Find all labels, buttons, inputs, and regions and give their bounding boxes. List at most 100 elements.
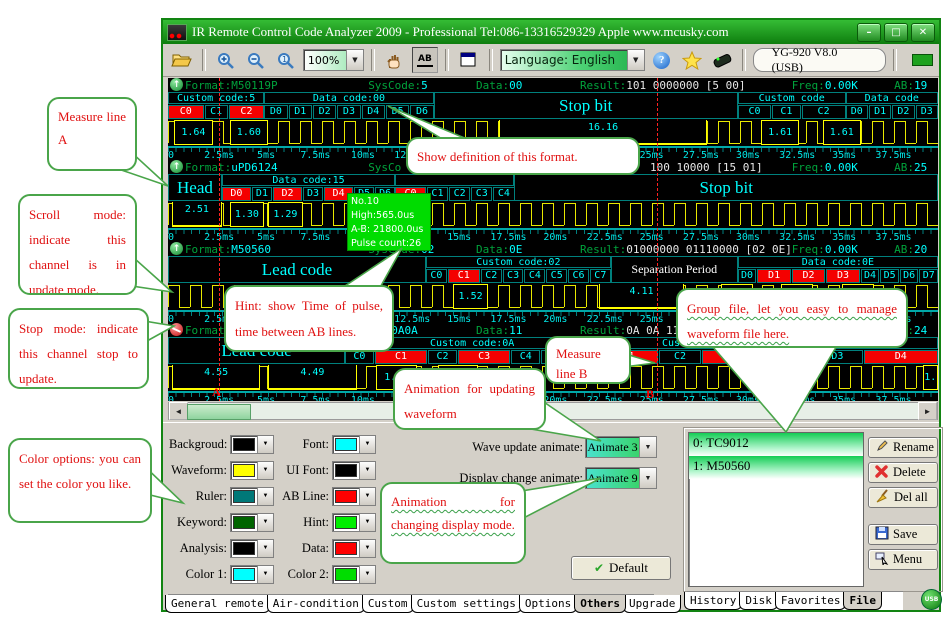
- chevron-down-icon[interactable]: [359, 566, 375, 583]
- rename-button[interactable]: Rename: [868, 437, 938, 458]
- chevron-down-icon[interactable]: [359, 488, 375, 505]
- bit-cell[interactable]: C5: [546, 269, 567, 283]
- horizontal-scrollbar[interactable]: [168, 402, 938, 420]
- language-combo[interactable]: Language: English: [500, 49, 645, 71]
- tab-others[interactable]: Others: [574, 595, 626, 613]
- bit-cell[interactable]: C2: [481, 269, 502, 283]
- color-combo[interactable]: [230, 435, 274, 454]
- color-combo[interactable]: [332, 461, 376, 480]
- bit-cell[interactable]: C2: [659, 350, 701, 364]
- bit-cell[interactable]: C2: [428, 350, 457, 364]
- color-combo[interactable]: [332, 487, 376, 506]
- bit-cell[interactable]: C4: [524, 269, 545, 283]
- bit-cell[interactable]: D3: [337, 105, 360, 119]
- scroll-mode-icon[interactable]: [170, 160, 183, 173]
- bit-cell[interactable]: D2: [892, 105, 914, 119]
- bit-cell[interactable]: C7: [590, 269, 611, 283]
- bit-cell[interactable]: D0: [738, 269, 757, 283]
- bit-cell[interactable]: C2: [229, 105, 265, 119]
- color-combo[interactable]: [332, 513, 376, 532]
- bit-cell[interactable]: D0: [264, 105, 287, 119]
- bit-cell[interactable]: D3: [916, 105, 938, 119]
- bit-cell[interactable]: D1: [869, 105, 891, 119]
- color-combo[interactable]: [230, 487, 274, 506]
- bit-cell[interactable]: C1: [205, 105, 228, 119]
- color-combo[interactable]: [230, 539, 274, 558]
- bit-cell[interactable]: D0: [222, 187, 251, 201]
- favorites-button[interactable]: [679, 47, 705, 73]
- bit-cell[interactable]: D2: [792, 269, 825, 283]
- chevron-down-icon[interactable]: [639, 468, 656, 488]
- chevron-down-icon[interactable]: [359, 436, 375, 453]
- scroll-left-arrow-icon[interactable]: [169, 402, 188, 420]
- help-button[interactable]: [649, 47, 675, 73]
- bit-cell[interactable]: D2: [761, 350, 811, 364]
- bit-cell[interactable]: C2: [449, 187, 470, 201]
- bit-cell[interactable]: C3: [471, 187, 492, 201]
- animate-combo[interactable]: Animate 9: [585, 467, 657, 489]
- bit-cell[interactable]: D5: [880, 269, 899, 283]
- bit-cell[interactable]: D4: [861, 269, 880, 283]
- bit-cell[interactable]: D4: [864, 350, 938, 364]
- color-combo[interactable]: [332, 539, 376, 558]
- bit-cell[interactable]: C6: [568, 269, 589, 283]
- bit-cell[interactable]: C0: [168, 105, 204, 119]
- measure-line-b[interactable]: [657, 78, 658, 401]
- scrollbar-thumb[interactable]: [187, 404, 251, 420]
- display-mode-button[interactable]: [456, 47, 482, 73]
- minimize-button[interactable]: –: [857, 23, 881, 42]
- tab-history[interactable]: History: [684, 592, 742, 610]
- bit-cell[interactable]: D7: [919, 269, 938, 283]
- bit-cell[interactable]: D1: [289, 105, 312, 119]
- bit-cell[interactable]: C4: [511, 350, 540, 364]
- waveform-row[interactable]: 2.511.301.291.27: [168, 201, 938, 228]
- scroll-mode-icon[interactable]: [170, 78, 183, 91]
- zoom-level-combo[interactable]: 100%: [303, 49, 364, 71]
- default-button[interactable]: Default: [571, 556, 671, 580]
- bit-cell[interactable]: D3: [826, 269, 859, 283]
- chevron-down-icon[interactable]: [359, 540, 375, 557]
- ab-measure-button[interactable]: AB: [412, 47, 438, 73]
- bit-cell[interactable]: C0: [738, 105, 772, 119]
- zoom-100-button[interactable]: 1: [273, 47, 299, 73]
- bit-cell[interactable]: C4: [493, 187, 514, 201]
- scroll-right-arrow-icon[interactable]: [918, 402, 937, 420]
- chevron-down-icon[interactable]: [359, 514, 375, 531]
- bit-cell[interactable]: D3: [812, 350, 862, 364]
- color-combo[interactable]: [230, 565, 274, 584]
- tab-file[interactable]: File: [843, 592, 882, 610]
- bit-cell[interactable]: C3: [503, 269, 524, 283]
- bit-cell[interactable]: D2: [313, 105, 336, 119]
- bit-cell[interactable]: C1: [772, 105, 800, 119]
- pan-tool-button[interactable]: [382, 47, 408, 73]
- chevron-down-icon[interactable]: [627, 50, 644, 70]
- menu-button[interactable]: Menu: [868, 549, 938, 570]
- measure-line-a[interactable]: [219, 78, 220, 401]
- tab-general-remote[interactable]: General remote: [165, 595, 270, 613]
- tab-custom-settings[interactable]: Custom settings: [411, 595, 522, 613]
- color-combo[interactable]: [230, 513, 274, 532]
- chevron-down-icon[interactable]: [359, 462, 375, 479]
- bit-cell[interactable]: D0: [846, 105, 868, 119]
- zoom-out-button[interactable]: [243, 47, 269, 73]
- del-all-button[interactable]: Del all: [868, 487, 938, 508]
- list-item[interactable]: 0: TC9012: [689, 433, 863, 456]
- tab-disk[interactable]: Disk: [739, 592, 778, 610]
- zoom-in-button[interactable]: [213, 47, 239, 73]
- bit-cell[interactable]: D6: [410, 105, 433, 119]
- chevron-down-icon[interactable]: [346, 50, 363, 70]
- bit-cell[interactable]: C0: [426, 269, 447, 283]
- tab-air-condition[interactable]: Air-condition: [267, 595, 365, 613]
- close-button[interactable]: ✕: [911, 23, 935, 42]
- save-button[interactable]: Save: [868, 524, 938, 545]
- bit-cell[interactable]: D2: [273, 187, 302, 201]
- bit-cell[interactable]: C3: [458, 350, 511, 364]
- scroll-mode-icon[interactable]: [170, 242, 183, 255]
- bit-cell[interactable]: C1: [375, 350, 428, 364]
- maximize-button[interactable]: □: [884, 23, 908, 42]
- animate-combo[interactable]: Animate 3: [585, 436, 657, 458]
- bit-cell[interactable]: D5: [386, 105, 409, 119]
- bit-cell[interactable]: C0: [345, 350, 374, 364]
- color-combo[interactable]: [332, 565, 376, 584]
- bit-cell[interactable]: D1: [252, 187, 272, 201]
